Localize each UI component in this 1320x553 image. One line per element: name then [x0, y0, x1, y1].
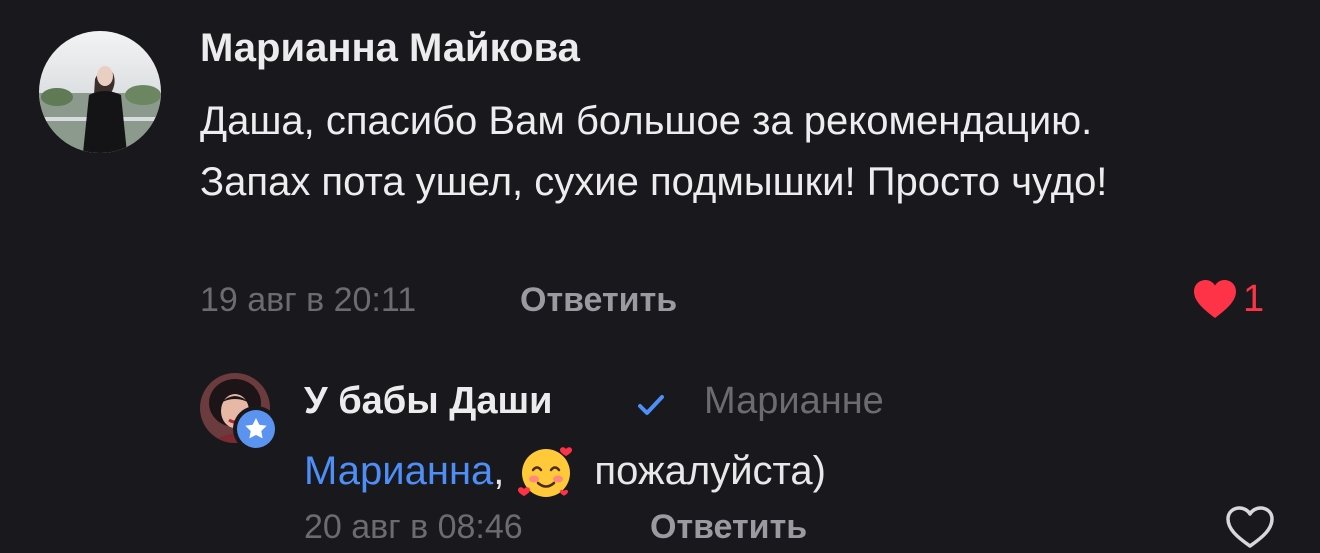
- comment-timestamp: 19 авг в 20:11: [200, 281, 417, 319]
- avatar[interactable]: [39, 31, 161, 153]
- reply-author[interactable]: У бабы Даши: [304, 380, 553, 423]
- like-button[interactable]: 1: [1193, 279, 1264, 319]
- heart-filled-icon: [1194, 280, 1236, 318]
- reply-addressee[interactable]: Марианне: [704, 380, 884, 423]
- like-count: 1: [1243, 278, 1265, 320]
- comment-text: Даша, спасибо Вам большое за рекомендаци…: [200, 99, 1108, 204]
- reply-message: пожалуйста): [594, 448, 826, 493]
- reply-separator: ,: [493, 448, 505, 493]
- reply-button[interactable]: Ответить: [520, 281, 677, 320]
- reply-timestamp: 20 авг в 08:46: [304, 508, 523, 546]
- mention-link[interactable]: Марианна: [304, 449, 493, 494]
- comment-author[interactable]: Марианна Майкова: [200, 26, 580, 71]
- smiling-face-with-hearts-icon: [518, 447, 573, 497]
- reply-text: Марианна, пожалуйста): [304, 443, 826, 499]
- community-badge: [233, 406, 279, 452]
- verified-check-icon: [638, 395, 664, 415]
- heart-outline-icon[interactable]: [1225, 505, 1275, 549]
- comments-thread: Марианна Майкова Даша, спасибо Вам больш…: [0, 0, 1320, 553]
- reply-to-reply-button[interactable]: Ответить: [650, 508, 807, 547]
